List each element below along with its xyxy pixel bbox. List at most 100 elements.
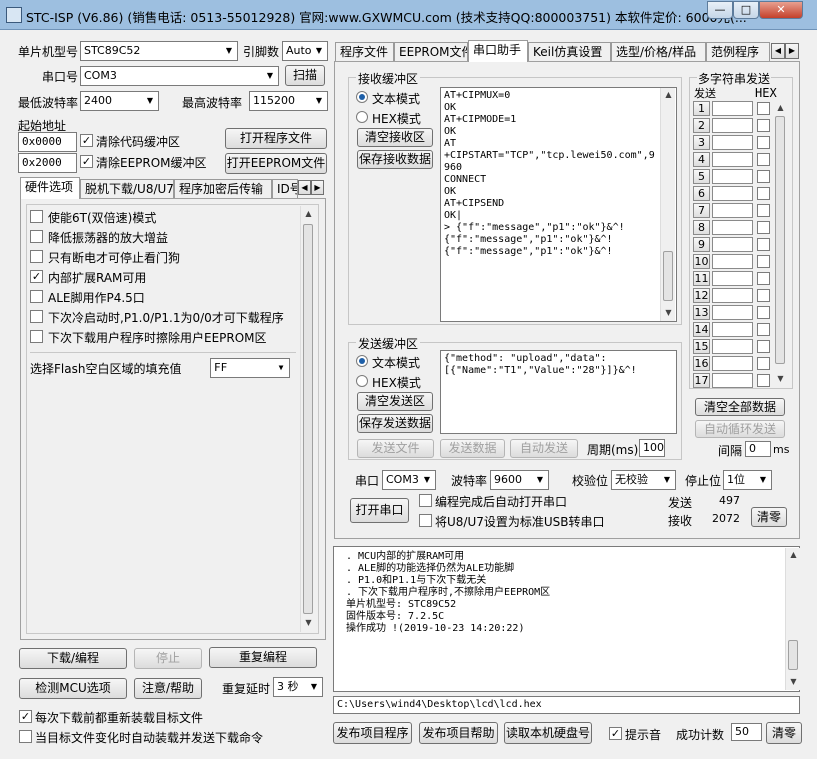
max-baud-select[interactable]: 115200 ▼	[249, 91, 328, 111]
period-field[interactable]: 100	[639, 439, 665, 457]
tab-program-file[interactable]: 程序文件	[335, 42, 394, 62]
option-checkbox[interactable]	[30, 330, 43, 343]
open-program-button[interactable]: 打开程序文件	[225, 128, 327, 149]
scroll-up-icon[interactable]: ▲	[661, 88, 676, 102]
multi-string-field[interactable]	[712, 237, 753, 252]
scroll-up-icon[interactable]: ▲	[301, 207, 316, 221]
multi-send-button[interactable]: 7	[693, 203, 710, 218]
scroll-down-icon[interactable]: ▼	[773, 372, 788, 386]
multi-hex-checkbox[interactable]	[757, 289, 770, 302]
reprogram-button[interactable]: 重复编程	[209, 647, 317, 668]
check-mcu-options-button[interactable]: 检测MCU选项	[19, 678, 127, 699]
multi-send-button[interactable]: 12	[693, 288, 710, 303]
send-file-button[interactable]: 发送文件	[357, 439, 434, 458]
multi-send-button[interactable]: 16	[693, 356, 710, 371]
serial-port-select[interactable]: COM3 ▼	[382, 470, 436, 490]
auto-open-port-checkbox[interactable]	[419, 494, 432, 507]
options-scrollbar[interactable]: ▲ ▼	[300, 206, 315, 632]
multi-string-field[interactable]	[712, 339, 753, 354]
send-data-button[interactable]: 发送数据	[440, 439, 505, 458]
clear-eeprom-checkbox[interactable]: ✓	[80, 155, 93, 168]
auto-loop-send-button[interactable]: 自动循环发送	[695, 420, 785, 438]
multi-send-button[interactable]: 5	[693, 169, 710, 184]
help-button[interactable]: 注意/帮助	[134, 678, 202, 699]
multi-string-field[interactable]	[712, 356, 753, 371]
tab-offline-download[interactable]: 脱机下载/U8/U7	[80, 179, 174, 199]
tab-encrypted-transfer[interactable]: 程序加密后传输	[174, 179, 272, 199]
receive-text-mode-radio[interactable]	[356, 91, 368, 103]
option-checkbox[interactable]: ✓	[30, 270, 43, 283]
tab-id-number[interactable]: ID号	[272, 179, 298, 199]
tab-example-programs[interactable]: 范例程序	[706, 42, 770, 62]
tab-scroll-left-icon[interactable]: ◀	[298, 180, 311, 195]
multi-string-field[interactable]	[712, 169, 753, 184]
option-checkbox[interactable]	[30, 250, 43, 263]
send-text-area[interactable]: {"method": "upload","data": [{"Name":"T1"…	[440, 350, 677, 434]
multi-string-field[interactable]	[712, 101, 753, 116]
multi-hex-checkbox[interactable]	[757, 323, 770, 336]
receive-text-area[interactable]: AT+CIPMUX=0 OK AT+CIPMODE=1 OK AT +CIPSTART="…	[440, 87, 677, 322]
multi-hex-checkbox[interactable]	[757, 102, 770, 115]
multi-hex-checkbox[interactable]	[757, 204, 770, 217]
clear-success-count-button[interactable]: 清零	[766, 722, 802, 744]
multi-hex-checkbox[interactable]	[757, 153, 770, 166]
min-baud-select[interactable]: 2400 ▼	[80, 91, 159, 111]
scroll-up-icon[interactable]: ▲	[786, 548, 801, 562]
multi-string-field[interactable]	[712, 271, 753, 286]
send-text-mode-radio[interactable]	[356, 355, 368, 367]
multi-string-field[interactable]	[712, 288, 753, 303]
save-send-button[interactable]: 保存发送数据	[357, 414, 433, 433]
multi-hex-checkbox[interactable]	[757, 374, 770, 387]
multi-hex-checkbox[interactable]	[757, 136, 770, 149]
option-checkbox[interactable]	[30, 290, 43, 303]
multi-send-button[interactable]: 2	[693, 118, 710, 133]
scroll-down-icon[interactable]: ▼	[786, 675, 801, 689]
minimize-button[interactable]: —	[707, 1, 733, 19]
clear-counts-button[interactable]: 清零	[751, 507, 787, 527]
save-receive-button[interactable]: 保存接收数据	[357, 150, 433, 169]
tab-serial-assistant[interactable]: 串口助手	[468, 40, 528, 62]
multi-send-button[interactable]: 1	[693, 101, 710, 116]
tab-scroll-right-icon[interactable]: ▶	[311, 180, 324, 195]
multi-string-field[interactable]	[712, 152, 753, 167]
multi-send-button[interactable]: 15	[693, 339, 710, 354]
multi-hex-checkbox[interactable]	[757, 357, 770, 370]
auto-load-checkbox[interactable]	[19, 730, 32, 743]
stop-bit-select[interactable]: 1位 ▼	[723, 470, 772, 490]
port-select[interactable]: COM3 ▼	[80, 66, 279, 86]
scroll-down-icon[interactable]: ▼	[301, 616, 316, 630]
multi-send-button[interactable]: 6	[693, 186, 710, 201]
multi-string-field[interactable]	[712, 322, 753, 337]
fill-value-select[interactable]: FF ▼	[210, 358, 290, 378]
multi-send-button[interactable]: 14	[693, 322, 710, 337]
clear-all-data-button[interactable]: 清空全部数据	[695, 398, 785, 416]
multi-send-button[interactable]: 11	[693, 271, 710, 286]
tab-keil-simulation[interactable]: Keil仿真设置	[528, 42, 611, 62]
multi-send-button[interactable]: 17	[693, 373, 710, 388]
usb-serial-checkbox[interactable]	[419, 514, 432, 527]
option-checkbox[interactable]	[30, 230, 43, 243]
multi-hex-checkbox[interactable]	[757, 340, 770, 353]
stop-button[interactable]: 停止	[134, 648, 202, 669]
multi-send-button[interactable]: 4	[693, 152, 710, 167]
scroll-thumb[interactable]	[775, 116, 785, 364]
multi-string-field[interactable]	[712, 254, 753, 269]
tab-selection-price[interactable]: 选型/价格/样品	[611, 42, 706, 62]
multi-string-field[interactable]	[712, 220, 753, 235]
interval-field[interactable]: 0	[745, 441, 771, 457]
option-checkbox[interactable]	[30, 310, 43, 323]
multi-send-button[interactable]: 9	[693, 237, 710, 252]
tab-scroll-left-icon[interactable]: ◀	[771, 43, 785, 59]
publish-program-button[interactable]: 发布项目程序	[333, 722, 412, 744]
mcu-type-select[interactable]: STC89C52 ▼	[80, 41, 238, 61]
scroll-up-icon[interactable]: ▲	[773, 101, 788, 115]
file-path-field[interactable]: C:\Users\wind4\Desktop\lcd\lcd.hex	[333, 696, 800, 714]
baud-rate-select[interactable]: 9600 ▼	[490, 470, 549, 490]
auto-send-button[interactable]: 自动发送	[510, 439, 578, 458]
scan-button[interactable]: 扫描	[285, 65, 325, 86]
multi-hex-checkbox[interactable]	[757, 187, 770, 200]
scroll-down-icon[interactable]: ▼	[661, 306, 676, 320]
pin-count-select[interactable]: Auto ▼	[282, 41, 328, 61]
download-program-button[interactable]: 下载/编程	[19, 648, 127, 669]
multi-hex-checkbox[interactable]	[757, 272, 770, 285]
